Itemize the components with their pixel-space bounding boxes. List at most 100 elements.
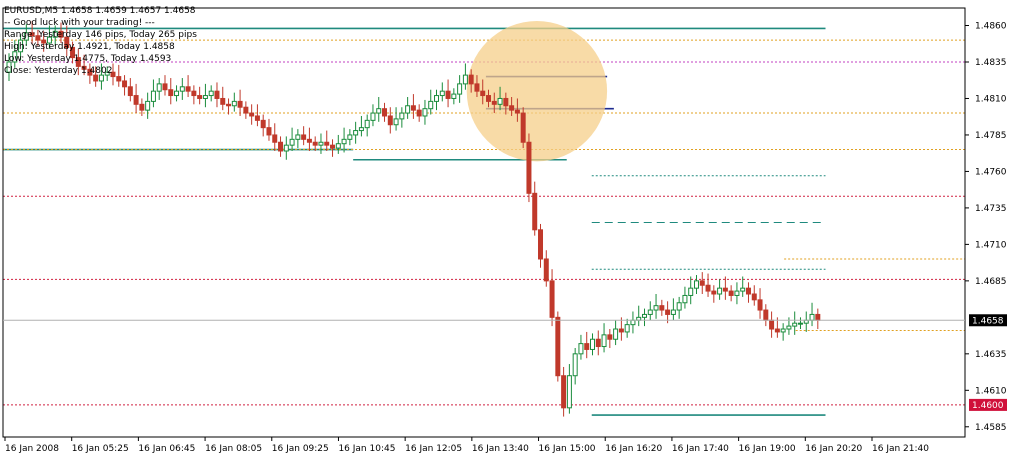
candle xyxy=(226,98,232,115)
candle-body xyxy=(382,108,388,117)
candle xyxy=(237,89,243,116)
candle-body xyxy=(243,106,249,114)
candle xyxy=(393,107,399,131)
candle-body xyxy=(410,105,416,111)
candle-body xyxy=(278,141,284,152)
y-tick-label: 1.4610 xyxy=(975,386,1007,396)
candle xyxy=(416,104,422,122)
candle xyxy=(566,364,572,414)
candle-body xyxy=(543,258,549,282)
candle-body xyxy=(266,127,272,136)
candle xyxy=(347,129,353,146)
candle-body xyxy=(272,134,278,143)
candle xyxy=(272,123,278,151)
y-tick-label: 1.4585 xyxy=(975,423,1007,433)
candle-body xyxy=(387,115,393,126)
candle xyxy=(653,294,659,319)
candle-body xyxy=(283,144,289,152)
candle-body xyxy=(688,287,694,296)
price-chart[interactable]: 1.4860 1.4835 1.4810 1.4785 1.4760 1.4735 1.47… xyxy=(0,0,1009,455)
candle-body xyxy=(584,343,590,350)
y-tick-label: 1.4735 xyxy=(975,204,1007,214)
candle xyxy=(763,304,769,327)
candle-body xyxy=(705,284,711,292)
candle xyxy=(387,107,393,134)
candle xyxy=(145,92,151,119)
candle-body xyxy=(462,74,468,85)
candle xyxy=(659,299,665,316)
candle xyxy=(618,317,624,341)
candle xyxy=(670,298,676,321)
candle-body xyxy=(335,143,341,149)
candle xyxy=(335,134,341,154)
candle xyxy=(705,273,711,297)
candle-body xyxy=(249,112,255,117)
candle xyxy=(717,279,723,300)
candle-body xyxy=(220,97,226,105)
candle xyxy=(295,129,301,149)
candle-body xyxy=(538,229,544,260)
candle-body xyxy=(659,305,665,311)
info-line-1: -- Good luck with your trading! --- xyxy=(4,18,155,28)
candle xyxy=(630,311,636,334)
candle-body xyxy=(757,299,763,311)
candle-body xyxy=(751,293,757,301)
info-line-4: Low: Yesterday 1.4775, Today 1.4593 xyxy=(4,54,172,64)
candle xyxy=(549,269,555,327)
candle xyxy=(572,347,578,385)
candle-body xyxy=(226,103,232,107)
candle xyxy=(364,114,370,137)
candle-body xyxy=(607,334,613,340)
x-tick-label: 16 Jan 2008 xyxy=(5,444,59,454)
x-tick-label: 16 Jan 17:40 xyxy=(672,444,729,454)
candle-body xyxy=(445,90,451,99)
candle xyxy=(803,311,809,332)
y-tick-label: 1.4685 xyxy=(975,277,1007,287)
candle-body xyxy=(514,109,520,114)
candle-body xyxy=(786,325,792,330)
candle-body xyxy=(376,108,382,114)
candle xyxy=(636,305,642,327)
candle xyxy=(722,276,728,300)
candle xyxy=(214,82,220,108)
candle-body xyxy=(572,353,578,377)
candle xyxy=(688,276,694,305)
candle-body xyxy=(122,80,128,88)
candle xyxy=(428,89,434,115)
candle-body xyxy=(318,141,324,146)
candle-body xyxy=(595,338,601,348)
candle xyxy=(595,330,601,356)
candle-body xyxy=(734,290,740,296)
info-line-2: Range: Yesterday 146 pips, Today 265 pip… xyxy=(4,30,197,40)
candle-body xyxy=(428,100,434,110)
candle-body xyxy=(324,141,330,146)
candle xyxy=(543,250,549,287)
candle xyxy=(457,75,463,103)
candle-body xyxy=(653,305,659,311)
candle xyxy=(728,285,734,302)
candle xyxy=(769,311,775,338)
candle-body xyxy=(491,100,497,105)
candle-body xyxy=(474,83,480,92)
candle-body xyxy=(197,95,203,99)
candle xyxy=(116,64,122,87)
candle-body xyxy=(624,324,630,333)
candle xyxy=(641,308,647,327)
candle xyxy=(260,114,266,137)
x-tick-label: 16 Jan 06:45 xyxy=(138,444,195,454)
symbol-header: EURUSD,M5 1.4658 1.4659 1.4657 1.4658 xyxy=(4,6,196,16)
candle-body xyxy=(399,112,405,120)
candle xyxy=(162,75,168,96)
candle xyxy=(376,97,382,122)
candle-body xyxy=(665,309,671,315)
candle-body xyxy=(295,134,301,140)
candle-body xyxy=(763,309,769,321)
candle-body xyxy=(526,141,532,194)
chart-window[interactable]: 1.4860 1.4835 1.4810 1.4785 1.4760 1.4735 1.47… xyxy=(0,0,1009,455)
candle xyxy=(601,323,607,353)
candle-body xyxy=(254,115,260,121)
candle-body xyxy=(809,313,815,321)
candle-body xyxy=(578,343,584,355)
candle-body xyxy=(168,89,174,97)
candle xyxy=(613,320,619,346)
